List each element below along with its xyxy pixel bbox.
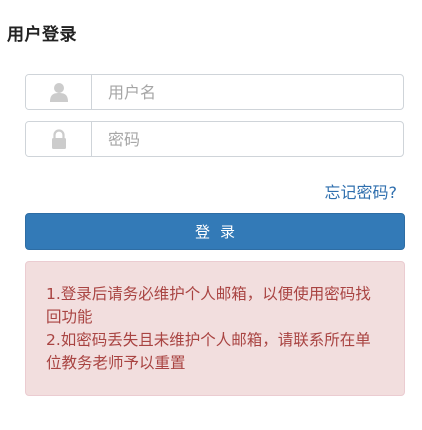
username-addon bbox=[26, 75, 92, 109]
password-field bbox=[25, 121, 404, 157]
username-field bbox=[25, 74, 404, 110]
login-button[interactable]: 登录 bbox=[25, 213, 405, 250]
user-icon bbox=[49, 83, 68, 102]
page-title: 用户登录 bbox=[7, 25, 77, 45]
notice-line-2: 2.如密码丢失且未维护个人邮箱，请联系所在单位教务老师予以重置 bbox=[46, 331, 371, 372]
password-input[interactable] bbox=[92, 122, 403, 156]
notice-box: 1.登录后请务必维护个人邮箱，以便使用密码找回功能 2.如密码丢失且未维护个人邮… bbox=[25, 261, 405, 396]
password-addon bbox=[26, 122, 92, 156]
lock-icon bbox=[51, 129, 66, 149]
notice-line-1: 1.登录后请务必维护个人邮箱，以便使用密码找回功能 bbox=[46, 285, 371, 326]
username-input[interactable] bbox=[92, 75, 403, 109]
forgot-password-link[interactable]: 忘记密码? bbox=[325, 179, 398, 203]
login-page: 用户登录 忘记密码? 登录 1.登录后请务必维护个人邮箱，以便使用密码找回功能 … bbox=[0, 0, 422, 430]
